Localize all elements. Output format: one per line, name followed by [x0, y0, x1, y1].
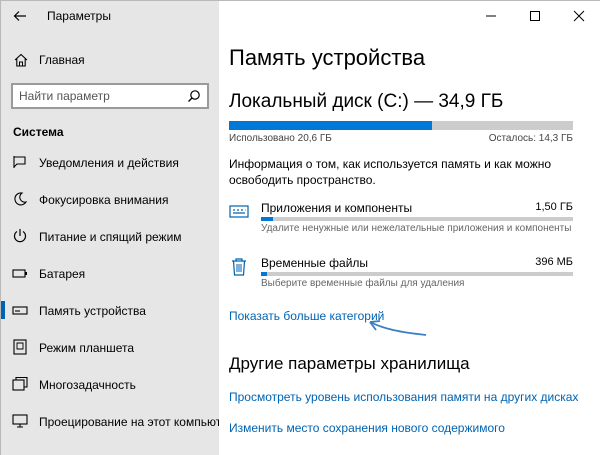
sidebar-item-label: Уведомления и действия: [39, 156, 179, 170]
category-usage-fill: [261, 217, 274, 221]
apps-icon: [229, 205, 249, 218]
sidebar-item-label: Многозадачность: [39, 378, 136, 392]
storage-info-text: Информация о том, как используется памят…: [229, 157, 552, 187]
other-storage-settings-header: Другие параметры хранилища: [229, 354, 470, 373]
category-name: Приложения и компоненты: [261, 201, 413, 215]
free-space-label: Осталось: 14,3 ГБ: [488, 133, 573, 144]
disk-usage-bar: [229, 121, 573, 130]
page-title: Память устройства: [229, 45, 426, 70]
maximize-button[interactable]: [513, 1, 557, 31]
search-icon[interactable]: [187, 89, 201, 103]
search-box[interactable]: [11, 83, 209, 109]
power-icon: [13, 229, 27, 243]
category-temp-files[interactable]: Временные файлы 396 МБ Выберите временны…: [229, 256, 573, 296]
back-arrow-icon: [13, 11, 26, 21]
sidebar-item-label: Фокусировка внимания: [39, 193, 169, 207]
disk-usage-fill: [229, 121, 432, 130]
sidebar-item-power[interactable]: Питание и спящий режим: [1, 217, 219, 254]
sidebar-item-home[interactable]: Главная: [1, 47, 219, 73]
category-description: Удалите ненужные или нежелательные прило…: [261, 223, 572, 234]
sidebar-item-label: Главная: [39, 53, 85, 67]
maximize-icon: [530, 11, 540, 21]
sidebar: Параметры Главная Система Уведомления и …: [1, 1, 234, 455]
sidebar-item-label: Память устройства: [39, 304, 146, 318]
close-icon: [573, 10, 585, 22]
category-size: 396 МБ: [535, 256, 573, 268]
storage-icon: [12, 306, 28, 315]
search-input[interactable]: [13, 85, 183, 107]
category-description: Выберите временные файлы для удаления: [261, 278, 465, 289]
app-title: Параметры: [47, 9, 111, 23]
category-usage-bar: [261, 217, 573, 221]
category-name: Временные файлы: [261, 256, 369, 270]
moon-icon: [14, 192, 28, 206]
sidebar-item-notifications[interactable]: Уведомления и действия: [1, 143, 219, 180]
trash-icon: [232, 258, 246, 276]
minimize-icon: [486, 15, 496, 17]
sidebar-item-label: Проецирование на этот компьютер: [39, 415, 235, 429]
change-save-location-link[interactable]: Изменить место сохранения нового содержи…: [229, 421, 505, 435]
disk-title: Локальный диск (C:) — 34,9 ГБ: [229, 91, 504, 112]
section-header: Система: [13, 125, 64, 139]
projection-icon: [12, 414, 28, 428]
sidebar-item-multitasking[interactable]: Многозадачность: [1, 365, 219, 402]
title-bar: Параметры: [1, 1, 219, 31]
main-content: Память устройства Локальный диск (C:) — …: [219, 1, 600, 455]
category-usage-bar: [261, 272, 573, 276]
close-button[interactable]: [557, 1, 600, 31]
sidebar-item-projection[interactable]: Проецирование на этот компьютер: [1, 402, 234, 439]
battery-icon: [12, 269, 27, 278]
tablet-icon: [13, 339, 27, 355]
back-button[interactable]: [9, 5, 31, 27]
sidebar-item-label: Режим планшета: [39, 341, 135, 355]
category-usage-fill: [261, 272, 268, 276]
sidebar-item-label: Питание и спящий режим: [39, 230, 182, 244]
home-icon: [14, 53, 28, 67]
show-more-categories-link[interactable]: Показать больше категорий: [229, 309, 384, 323]
notifications-icon: [13, 156, 26, 168]
view-other-drives-link[interactable]: Просмотреть уровень использования памяти…: [229, 390, 578, 404]
category-apps[interactable]: Приложения и компоненты 1,50 ГБ Удалите …: [229, 201, 573, 241]
used-space-label: Использовано 20,6 ГБ: [229, 133, 332, 144]
category-size: 1,50 ГБ: [535, 201, 573, 213]
settings-window: Параметры Главная Система Уведомления и …: [0, 0, 600, 455]
multitasking-icon: [12, 376, 28, 391]
window-controls: [469, 1, 600, 31]
minimize-button[interactable]: [469, 1, 513, 31]
sidebar-item-tablet-mode[interactable]: Режим планшета: [1, 328, 219, 365]
sidebar-item-focus-assist[interactable]: Фокусировка внимания: [1, 180, 219, 217]
sidebar-item-battery[interactable]: Батарея: [1, 254, 219, 291]
sidebar-item-storage[interactable]: Память устройства: [1, 291, 219, 328]
sidebar-item-label: Батарея: [39, 267, 86, 281]
sidebar-nav: Уведомления и действия Фокусировка внима…: [1, 143, 234, 439]
